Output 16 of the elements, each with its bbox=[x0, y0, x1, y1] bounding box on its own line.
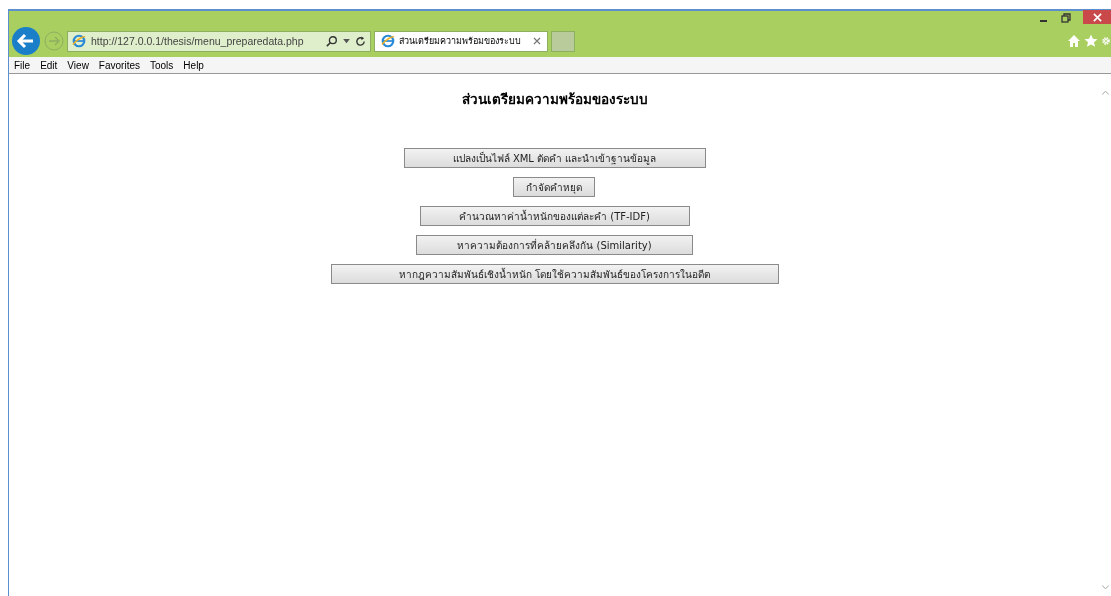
menu-action-button[interactable]: แปลงเป็นไฟล์ XML ตัดคำ และนำเข้าฐานข้อมูล bbox=[403, 148, 706, 168]
menu-action-button[interactable]: คำนวณหาค่าน้ำหนักของแต่ละคำ (TF-IDF) bbox=[419, 206, 690, 226]
menu-action-button[interactable]: กำจัดคำหยุด bbox=[512, 177, 595, 197]
menu-item[interactable]: Help bbox=[178, 59, 209, 71]
menu-item[interactable]: Edit bbox=[35, 59, 63, 71]
menu-item[interactable]: Favorites bbox=[93, 59, 145, 71]
browser-tab[interactable]: ส่วนเตรียมความพร้อมของระบบ bbox=[374, 30, 548, 52]
menu-item[interactable]: File bbox=[9, 59, 36, 71]
tab-title: ส่วนเตรียมความพร้อมของระบบ bbox=[399, 35, 521, 48]
menu-action-button[interactable]: หาความต้องการที่คล้ายคลึงกัน (Similarity) bbox=[416, 235, 693, 255]
address-bar[interactable]: http://127.0.0.1/thesis/menu_preparedata.php bbox=[67, 30, 371, 52]
url-text: http://127.0.0.1/thesis/menu_preparedata.php bbox=[91, 35, 305, 47]
page-heading: ส่วนเตรียมความพร้อมของระบบ bbox=[461, 90, 648, 109]
menu-item[interactable]: Tools bbox=[145, 59, 179, 71]
menu-item[interactable]: View bbox=[62, 59, 94, 71]
menu-action-button[interactable]: หากฎความสัมพันธ์เชิงน้ำหนัก โดยใช้ความสัมพันธ์ของโครงการในอดีต bbox=[330, 264, 779, 284]
